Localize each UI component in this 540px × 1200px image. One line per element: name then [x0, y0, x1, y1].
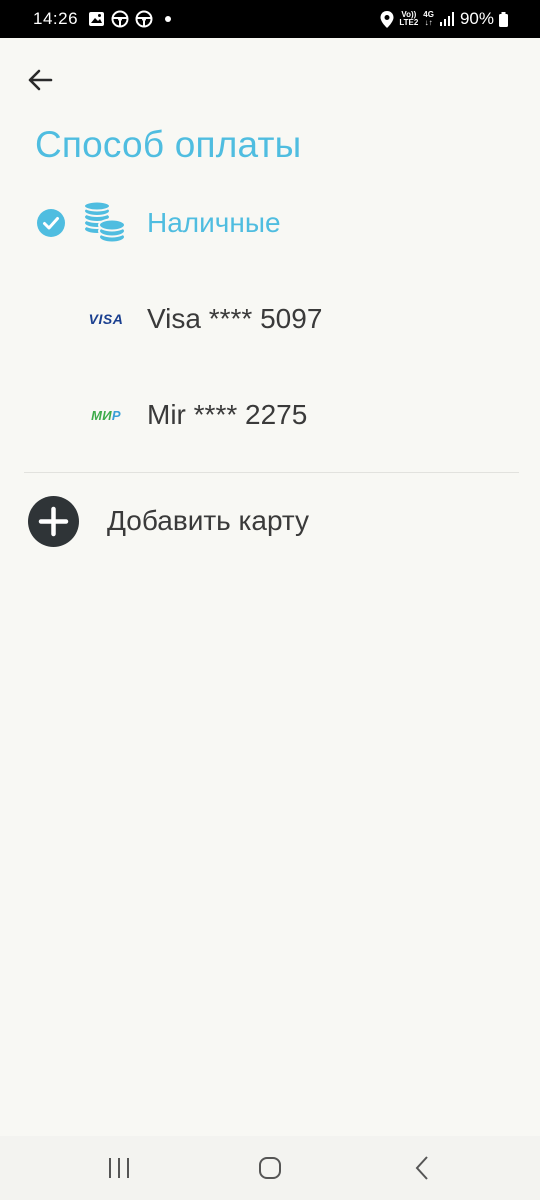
visa-logo: VISA	[88, 311, 124, 327]
home-icon	[259, 1157, 281, 1179]
network-label: Vo)) LTE2	[399, 10, 419, 27]
mir-logo: МИР	[91, 407, 121, 423]
add-card-button[interactable]: Добавить карту	[0, 490, 540, 554]
system-nav-bar	[0, 1136, 540, 1200]
battery-percent: 90%	[459, 9, 494, 28]
payment-option-label: Visa **** 5097	[147, 303, 323, 334]
steering-wheel-icon	[111, 10, 129, 28]
status-right-icons: Vo)) LTE2 4G ↓↑ 90%	[380, 9, 508, 29]
payment-option-cash[interactable]: Наличные	[0, 183, 540, 263]
plus-circle-icon	[28, 496, 79, 547]
network-gen: 4G ↓↑	[423, 10, 434, 27]
recents-icon	[109, 1158, 129, 1178]
status-time: 14:26	[33, 9, 79, 28]
gallery-icon	[88, 11, 105, 27]
recents-button[interactable]	[99, 1150, 139, 1186]
payment-option-label: Наличные	[147, 207, 281, 238]
back-button[interactable]	[20, 60, 60, 100]
coins-icon	[80, 199, 128, 247]
check-circle-icon	[37, 209, 65, 237]
dot-icon	[165, 16, 172, 22]
home-button[interactable]	[250, 1150, 290, 1186]
page-title: Способ оплаты	[35, 124, 302, 165]
payment-option-visa[interactable]: VISA Visa **** 5097	[0, 279, 540, 359]
divider	[24, 472, 519, 473]
payment-option-mir[interactable]: МИР Mir **** 2275	[0, 375, 540, 455]
location-icon	[380, 10, 394, 28]
arrow-left-icon	[28, 69, 53, 91]
signal-icon	[439, 11, 455, 27]
status-bar: 14:26 Vo)) LTE2 4G ↓↑ 90%	[0, 0, 540, 38]
add-card-label: Добавить карту	[107, 505, 310, 536]
back-icon	[415, 1156, 428, 1180]
notification-icons	[88, 10, 172, 28]
steering-wheel-icon	[135, 10, 153, 28]
payment-method-screen: 14:26 Vo)) LTE2 4G ↓↑ 90% Способ оплаты …	[0, 0, 540, 1200]
nav-back-button[interactable]	[402, 1150, 442, 1186]
battery-icon	[499, 11, 508, 27]
payment-option-label: Mir **** 2275	[147, 399, 308, 430]
